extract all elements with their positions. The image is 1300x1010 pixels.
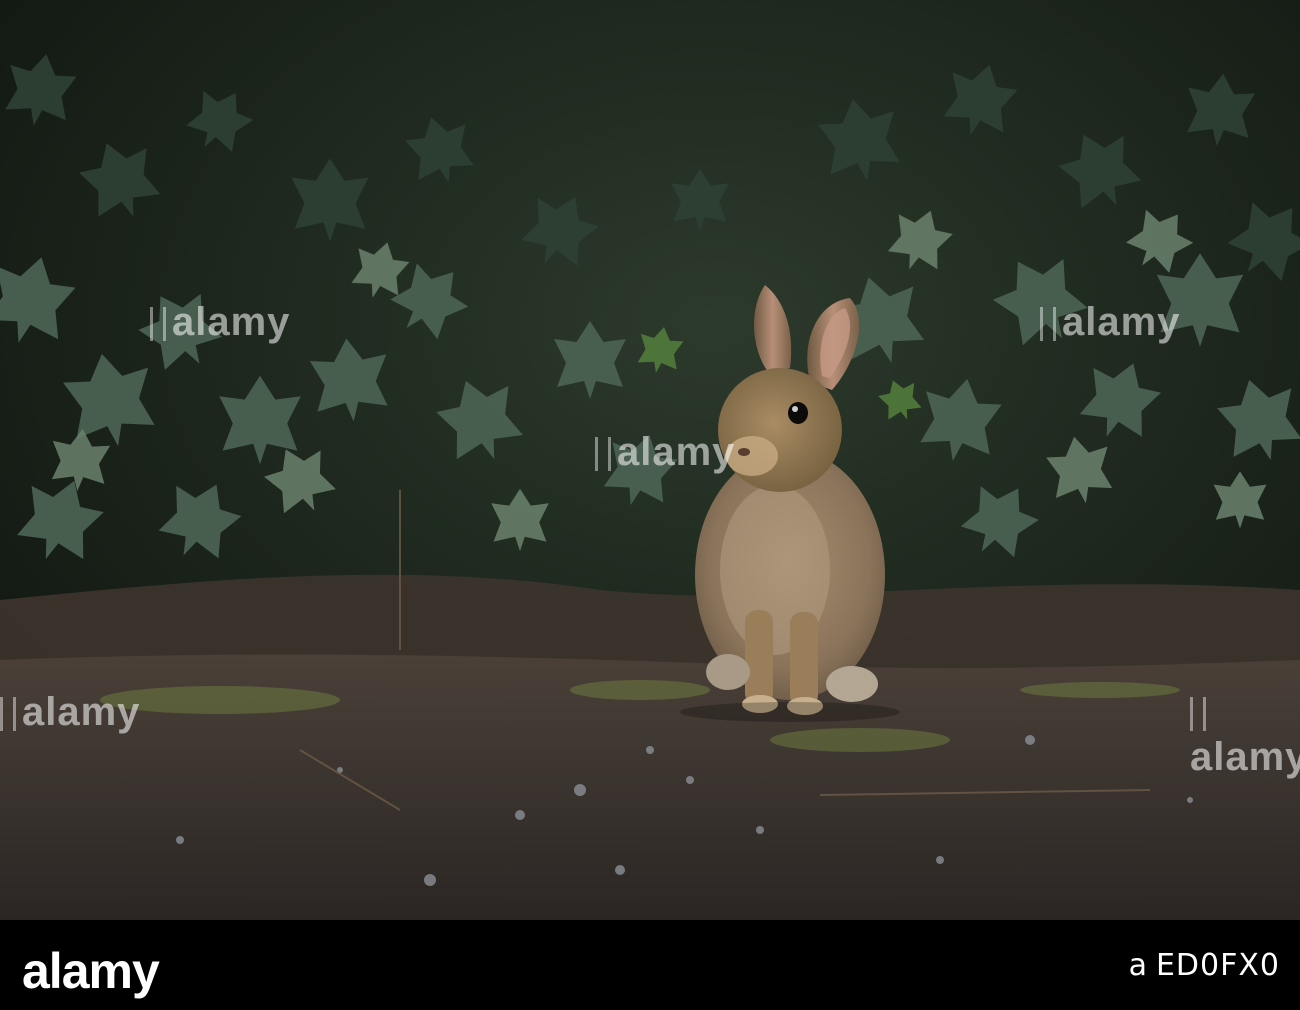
- footer-bar: alamy a ED0FX0: [0, 920, 1300, 1010]
- image-reference: a ED0FX0: [1129, 948, 1280, 983]
- image-id: ED0FX0: [1155, 948, 1280, 983]
- rabbit-photo-illustration: [0, 0, 1300, 920]
- ref-label: a: [1128, 948, 1148, 983]
- photo: alamy alamy alamy alamy alamy: [0, 0, 1300, 920]
- alamy-logo[interactable]: alamy: [22, 942, 160, 1000]
